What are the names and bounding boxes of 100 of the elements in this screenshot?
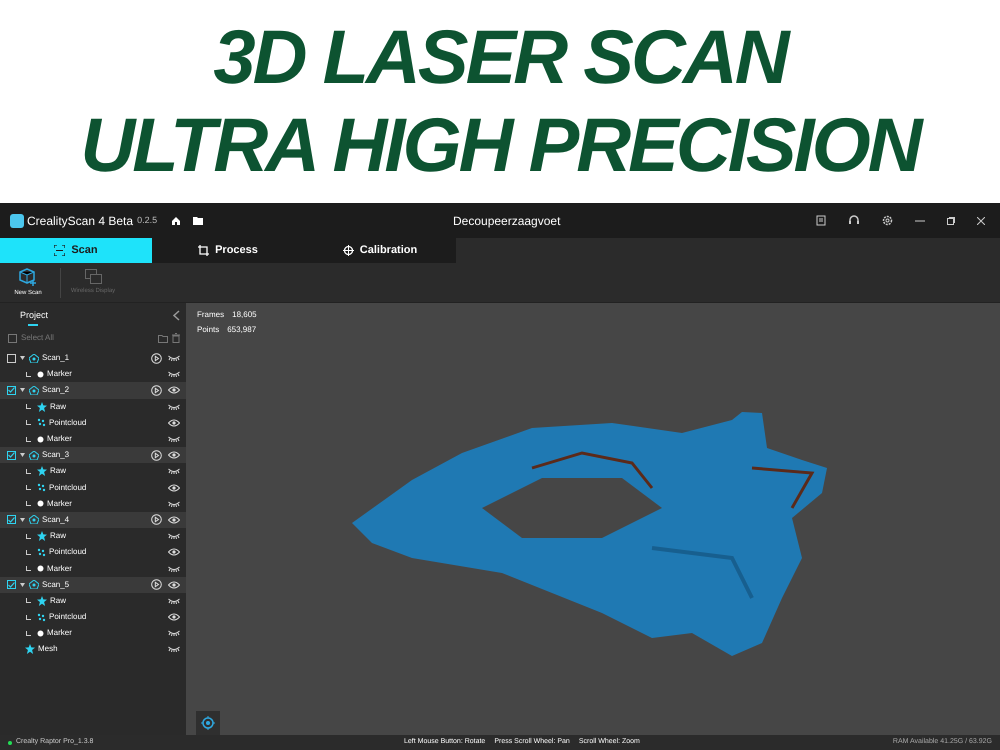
branch-icon (26, 468, 31, 474)
eye-icon[interactable] (168, 613, 180, 622)
hidden-eye-icon[interactable] (168, 355, 180, 362)
branch-icon (26, 598, 31, 604)
scan-shape-icon (29, 450, 39, 460)
check-icon (8, 582, 15, 588)
headline: ULTRA HIGH PRECISION (80, 102, 920, 190)
eye-icon[interactable] (168, 451, 180, 460)
scatter-points-icon (37, 548, 46, 557)
branch-icon (26, 372, 31, 377)
dot-icon (37, 436, 44, 443)
hidden-eye-icon[interactable] (168, 371, 180, 378)
star-shape-icon (37, 466, 47, 476)
scan-frame-icon (54, 245, 66, 256)
tree-item[interactable]: Marker (47, 627, 72, 640)
row-checkbox[interactable] (7, 354, 16, 363)
tree-item[interactable]: Pointcloud (49, 546, 86, 558)
screens-icon (84, 269, 102, 284)
window-title: Decoupeerzaagvoet (453, 212, 560, 230)
scan-shape-icon (29, 580, 39, 590)
scatter-points-icon (37, 483, 46, 492)
home-icon[interactable] (171, 216, 182, 226)
tree-item[interactable]: Marker (47, 368, 72, 380)
app-logo-icon (10, 214, 24, 228)
restore-icon[interactable] (947, 216, 955, 224)
branch-icon (26, 534, 31, 539)
hidden-eye-icon[interactable] (168, 598, 180, 604)
tree-item[interactable]: Scan_1 (42, 352, 70, 364)
tree-item[interactable]: Raw (50, 400, 66, 413)
headset-icon[interactable] (848, 215, 860, 226)
delete-icon[interactable] (172, 333, 180, 343)
row-checkbox[interactable] (7, 515, 16, 524)
tree-item[interactable]: Raw (50, 530, 66, 542)
settings-icon[interactable] (882, 215, 893, 226)
tree-item[interactable]: Raw (50, 594, 66, 607)
play-icon (151, 579, 162, 590)
notes-icon[interactable] (816, 215, 826, 226)
check-icon (8, 452, 15, 458)
tree-item[interactable]: Mesh (38, 643, 58, 656)
tree-item[interactable]: Scan_2 (42, 384, 70, 396)
hidden-eye-icon[interactable] (168, 646, 180, 652)
tree-item[interactable]: Scan_4 (42, 514, 70, 526)
eye-icon[interactable] (168, 516, 180, 524)
tab-underline (28, 324, 38, 326)
hidden-eye-icon[interactable] (168, 533, 180, 540)
expand-caret-icon (20, 453, 25, 458)
eye-icon[interactable] (168, 484, 180, 492)
hidden-eye-icon[interactable] (168, 566, 180, 572)
tree-item[interactable]: Scan_3 (42, 449, 70, 462)
stat-value: 18,605 (232, 309, 257, 321)
collapse-icon[interactable] (173, 310, 180, 321)
branch-icon (26, 485, 31, 490)
play-icon (151, 450, 162, 461)
expand-caret-icon (20, 582, 25, 587)
tree-item[interactable]: Pointcloud (49, 611, 86, 624)
panel-title: Project (20, 308, 48, 322)
play-icon (151, 384, 162, 396)
branch-icon (26, 420, 31, 426)
branch-icon (26, 566, 31, 572)
branch-icon (26, 501, 31, 506)
row-checkbox[interactable] (7, 580, 16, 590)
close-icon[interactable] (977, 216, 985, 224)
row-checkbox[interactable] (7, 386, 16, 395)
locate-button[interactable] (196, 711, 220, 735)
hidden-eye-icon[interactable] (168, 436, 180, 442)
tree-item[interactable]: Pointcloud (49, 482, 86, 494)
tree-item[interactable]: Marker (47, 562, 72, 575)
app-version: 0.2.5 (137, 214, 158, 227)
branch-icon (26, 614, 31, 620)
row-checkbox[interactable] (7, 450, 16, 460)
tree-item[interactable]: Marker (47, 498, 72, 510)
select-all-checkbox[interactable] (8, 334, 17, 342)
hidden-eye-icon[interactable] (168, 630, 180, 636)
eye-icon[interactable] (168, 580, 180, 589)
tree-item[interactable]: Pointcloud (49, 416, 86, 429)
crop-icon (198, 245, 210, 256)
hidden-eye-icon[interactable] (168, 468, 180, 474)
scatter-points-icon (37, 418, 46, 428)
eye-icon[interactable] (168, 418, 180, 427)
branch-icon (26, 436, 31, 442)
check-icon (8, 516, 15, 523)
eye-icon[interactable] (168, 548, 180, 556)
minimize-icon[interactable] (915, 220, 925, 222)
play-icon (151, 352, 162, 364)
tree-item[interactable]: Raw (50, 465, 66, 478)
check-icon (8, 387, 15, 394)
expand-caret-icon (20, 356, 25, 360)
folder-icon[interactable] (193, 216, 204, 225)
tree-item[interactable]: Marker (47, 433, 72, 446)
hidden-eye-icon[interactable] (168, 500, 180, 507)
new-folder-icon[interactable] (158, 334, 168, 342)
play-icon (151, 514, 162, 526)
eye-icon[interactable] (168, 386, 180, 394)
branch-icon (26, 550, 31, 555)
branch-icon (26, 404, 31, 410)
hidden-eye-icon[interactable] (168, 404, 180, 410)
scan-shape-icon (29, 386, 39, 395)
tab[interactable]: Scan (0, 238, 152, 263)
dot-icon (37, 500, 44, 508)
tree-item[interactable]: Scan_5 (42, 578, 70, 591)
